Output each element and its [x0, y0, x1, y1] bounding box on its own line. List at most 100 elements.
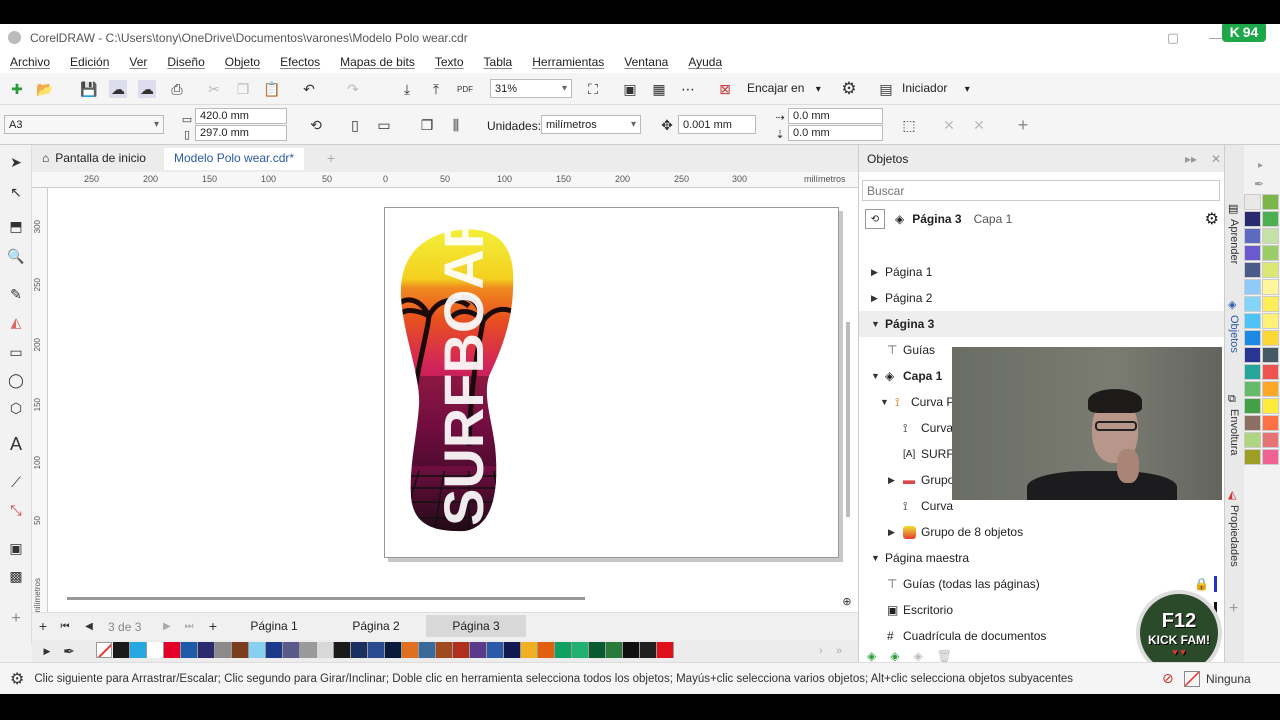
- color-swatch[interactable]: [147, 642, 164, 658]
- gear-icon[interactable]: ⚙: [10, 669, 24, 689]
- color-swatch[interactable]: [113, 642, 130, 658]
- tab-page-2[interactable]: Página 2: [326, 615, 426, 637]
- snap-off-icon[interactable]: ⊠: [716, 80, 734, 98]
- menu-herramientas[interactable]: Herramientas: [532, 55, 604, 69]
- page-size-select[interactable]: A3: [4, 115, 164, 134]
- color-swatch[interactable]: [657, 642, 674, 658]
- color-swatch[interactable]: [232, 642, 249, 658]
- all-pages-icon[interactable]: ⟲: [307, 116, 325, 134]
- zoom-select[interactable]: 31%: [490, 79, 572, 98]
- workspace-icon[interactable]: ▤: [877, 80, 895, 98]
- color-swatch[interactable]: [572, 642, 589, 658]
- cloud-upload-icon[interactable]: ☁: [109, 80, 127, 98]
- color-swatch[interactable]: [555, 642, 572, 658]
- color-swatch[interactable]: [385, 642, 402, 658]
- menu-ayuda[interactable]: Ayuda: [688, 55, 722, 69]
- color-swatch[interactable]: [181, 642, 198, 658]
- workspace-dropdown[interactable]: Iniciador ▾: [902, 81, 970, 95]
- add-docker-icon[interactable]: +: [1229, 600, 1238, 618]
- parallel-dimension-icon[interactable]: ⟋: [7, 473, 25, 491]
- color-swatch[interactable]: [1244, 245, 1261, 261]
- menu-mapas-de-bits[interactable]: Mapas de bits: [340, 55, 415, 69]
- color-swatch[interactable]: [215, 642, 232, 658]
- menu-texto[interactable]: Texto: [435, 55, 464, 69]
- collapse-docker-icon[interactable]: ▸▸: [1185, 152, 1197, 166]
- color-swatch[interactable]: [402, 642, 419, 658]
- collapse-icon[interactable]: ▼: [880, 397, 889, 407]
- connector-tool-icon[interactable]: ⤡: [7, 501, 25, 519]
- landscape-icon[interactable]: ▭: [375, 116, 393, 134]
- docker-tab-objetos[interactable]: ◈: [1228, 297, 1236, 311]
- portrait-icon[interactable]: ▯: [346, 116, 364, 134]
- add-icon[interactable]: +: [1014, 115, 1032, 135]
- vertical-ruler[interactable]: 300 250 200 150 100 50 milímetros: [32, 188, 48, 615]
- tab-document[interactable]: Modelo Polo wear.cdr*: [164, 148, 305, 170]
- menu-ventana[interactable]: Ventana: [624, 55, 668, 69]
- expand-icon[interactable]: ▶: [871, 293, 878, 304]
- color-swatch[interactable]: [1244, 194, 1261, 210]
- close-icon[interactable]: ✕: [1211, 152, 1221, 166]
- gear-icon[interactable]: ⚙: [1205, 209, 1219, 229]
- import-icon[interactable]: ⤓: [398, 80, 416, 98]
- cloud-sync-icon[interactable]: ☁: [138, 80, 156, 98]
- document-page[interactable]: SURFBOARD: [384, 207, 839, 558]
- rectangle-tool-icon[interactable]: ▭: [7, 343, 25, 361]
- color-swatch[interactable]: [1262, 279, 1279, 295]
- vertical-scrollbar[interactable]: [846, 322, 850, 517]
- color-swatch[interactable]: [1262, 432, 1279, 448]
- color-swatch[interactable]: [1244, 296, 1261, 312]
- page-width-input[interactable]: 420.0 mm: [195, 108, 287, 124]
- color-swatch[interactable]: [1262, 245, 1279, 261]
- docker-tab-label[interactable]: Aprender: [1228, 219, 1240, 264]
- horizontal-ruler[interactable]: 250 200 150 100 50 0 50 100 150 200 250 …: [32, 172, 858, 188]
- minimize-icon[interactable]: —: [1209, 30, 1222, 46]
- units-select[interactable]: milímetros: [541, 115, 641, 134]
- navigator-icon[interactable]: ⊕: [838, 592, 856, 610]
- color-swatch[interactable]: [1244, 432, 1261, 448]
- color-swatch[interactable]: [1244, 398, 1261, 414]
- transparency-tool-icon[interactable]: ▩: [7, 567, 25, 585]
- color-swatch[interactable]: [317, 642, 334, 658]
- color-swatch[interactable]: [266, 642, 283, 658]
- color-swatch[interactable]: [334, 642, 351, 658]
- duplicate-x-input[interactable]: 0.0 mm: [788, 108, 883, 124]
- tab-page-1[interactable]: Página 1: [224, 615, 324, 637]
- new-master-layer-icon[interactable]: ◈: [890, 649, 899, 663]
- export-icon[interactable]: ⤒: [427, 80, 445, 98]
- crop-tool-icon[interactable]: ⬒: [7, 217, 25, 235]
- color-swatch[interactable]: [436, 642, 453, 658]
- page-height-input[interactable]: 297.0 mm: [195, 125, 287, 141]
- expand-icon[interactable]: ▶: [888, 527, 895, 538]
- export-pdf-icon[interactable]: PDF: [456, 80, 474, 98]
- collapse-icon[interactable]: ▼: [871, 319, 880, 329]
- docker-tab-envoltura[interactable]: ⧉: [1228, 391, 1236, 406]
- color-swatch[interactable]: [1244, 228, 1261, 244]
- tree-item-page-3[interactable]: ▼ Página 3: [859, 311, 1225, 337]
- color-swatch[interactable]: [351, 642, 368, 658]
- color-swatch[interactable]: [521, 642, 538, 658]
- tab-home[interactable]: ⌂ Pantalla de inicio: [32, 148, 156, 170]
- docker-tab-aprender[interactable]: ▤: [1228, 201, 1238, 215]
- color-swatch[interactable]: [470, 642, 487, 658]
- color-swatch[interactable]: [419, 642, 436, 658]
- color-swatch[interactable]: [1262, 262, 1279, 278]
- color-swatch[interactable]: [589, 642, 606, 658]
- tree-item-group-8[interactable]: ▶ Grupo de 8 objetos: [859, 519, 1225, 545]
- color-swatch[interactable]: [487, 642, 504, 658]
- restore-icon[interactable]: ▢: [1167, 30, 1179, 46]
- menu-edicion[interactable]: Edición: [70, 55, 109, 69]
- zoom-tool-icon[interactable]: 🔍: [7, 247, 25, 265]
- color-swatch[interactable]: [504, 642, 521, 658]
- bleed-icon[interactable]: ⬚: [900, 116, 918, 134]
- tree-item-page-2[interactable]: ▶ Página 2: [859, 285, 1225, 311]
- expand-icon[interactable]: ▶: [871, 267, 878, 278]
- color-swatch[interactable]: [1262, 313, 1279, 329]
- save-icon[interactable]: 💾: [80, 80, 98, 98]
- add-page-after-icon[interactable]: +: [204, 617, 222, 635]
- docker-tab-label[interactable]: Propiedades: [1228, 505, 1240, 567]
- paste-icon[interactable]: 📋: [263, 80, 281, 98]
- color-swatch[interactable]: [1244, 313, 1261, 329]
- color-swatch[interactable]: [249, 642, 266, 658]
- menu-objeto[interactable]: Objeto: [225, 55, 260, 69]
- palette-scroll-left-icon[interactable]: ▶: [38, 642, 56, 660]
